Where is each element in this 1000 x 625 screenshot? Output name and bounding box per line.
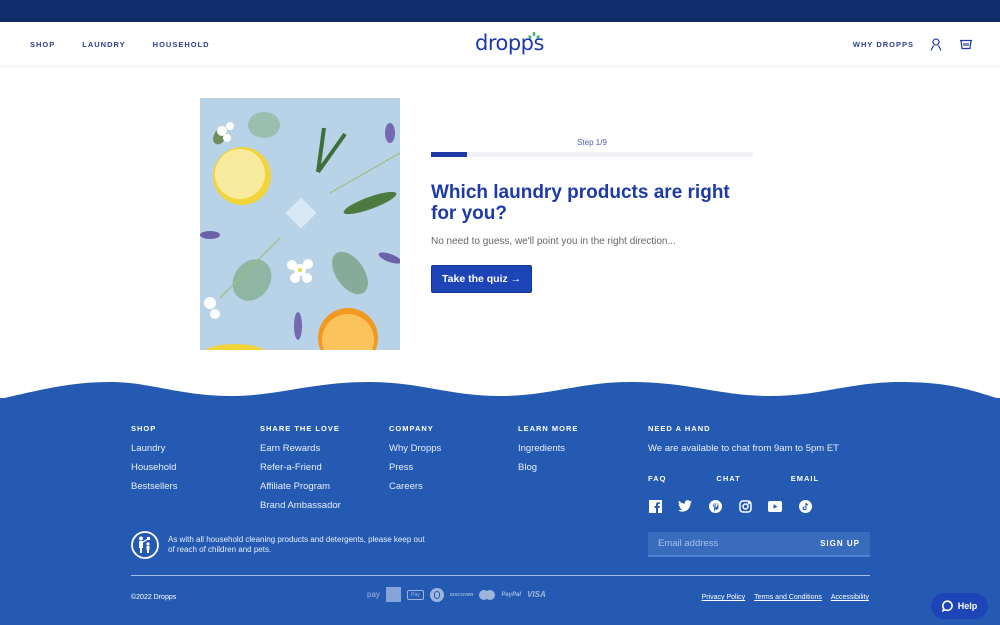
footer-link-ingredients[interactable]: Ingredients <box>518 443 578 454</box>
twitter-icon[interactable] <box>678 499 692 513</box>
footer-link-press[interactable]: Press <box>389 462 441 473</box>
announcement-bar <box>0 0 1000 22</box>
footer-link-why-dropps[interactable]: Why Dropps <box>389 443 441 454</box>
email-link[interactable]: EMAIL <box>791 474 819 483</box>
mastercard-icon <box>479 589 496 600</box>
quiz-intro: Step 1/9 Which laundry products are righ… <box>431 138 753 293</box>
footer-col-company: COMPANY Why Dropps Press Careers <box>389 424 441 500</box>
account-icon[interactable] <box>928 37 944 53</box>
footer-link-bestsellers[interactable]: Bestsellers <box>131 481 177 492</box>
secondary-nav: WHY DROPPS <box>853 22 974 67</box>
email-input[interactable] <box>658 538 808 549</box>
step-label: Step 1/9 <box>577 138 607 147</box>
take-quiz-button[interactable]: Take the quiz → <box>431 265 533 293</box>
legal-links: Privacy Policy Terms and Conditions Acce… <box>702 594 869 601</box>
payment-methods: pay Pay DISCOVER PayPal VISA <box>367 587 546 602</box>
quiz-progress-bar <box>431 152 753 157</box>
amazon-pay-icon: pay <box>367 590 380 599</box>
visa-icon: VISA <box>527 590 546 599</box>
footer-link-affiliate[interactable]: Affiliate Program <box>260 481 341 492</box>
child-safety-icon <box>131 531 159 559</box>
instagram-icon[interactable] <box>738 499 752 513</box>
quiz-subtitle: No need to guess, we'll point you in the… <box>431 236 676 247</box>
footer-link-laundry[interactable]: Laundry <box>131 443 177 454</box>
footer-link-careers[interactable]: Careers <box>389 481 441 492</box>
nav-laundry[interactable]: LAUNDRY <box>82 40 125 49</box>
help-label: Help <box>957 601 978 611</box>
contact-links: FAQ CHAT EMAIL <box>648 474 839 483</box>
tiktok-icon[interactable] <box>798 499 812 513</box>
basket-icon[interactable] <box>958 37 974 53</box>
footer-col-help: NEED A HAND We are available to chat fro… <box>648 424 839 513</box>
safety-notice: As with all household cleaning products … <box>131 531 428 559</box>
footer-heading: LEARN MORE <box>518 424 579 433</box>
footer-link-refer[interactable]: Refer-a-Friend <box>260 462 341 473</box>
discover-icon: DISCOVER <box>449 592 474 597</box>
terms-link[interactable]: Terms and Conditions <box>754 594 822 601</box>
logo-splash-icon <box>528 31 540 39</box>
footer-heading: NEED A HAND <box>648 424 711 433</box>
privacy-policy-link[interactable]: Privacy Policy <box>702 594 746 601</box>
copyright: ©2022 Dropps <box>131 594 177 601</box>
apple-pay-icon: Pay <box>406 589 424 600</box>
accessibility-link[interactable]: Accessibility <box>831 594 869 601</box>
footer-col-learn: LEARN MORE Ingredients Blog <box>518 424 578 481</box>
footer-heading: COMPANY <box>389 424 434 433</box>
footer-link-household[interactable]: Household <box>131 462 177 473</box>
footer-wave <box>0 382 1000 400</box>
nav-shop[interactable]: SHOP <box>30 40 55 49</box>
nav-why-dropps[interactable]: WHY DROPPS <box>853 40 914 49</box>
chat-link[interactable]: CHAT <box>716 474 740 483</box>
dropps-logo[interactable]: dropps <box>475 28 544 58</box>
chat-bubble-icon <box>941 600 953 612</box>
sign-up-button[interactable]: SIGN UP <box>820 539 860 548</box>
safety-text: As with all household cleaning products … <box>168 535 425 554</box>
site-header: SHOP LAUNDRY HOUSEHOLD dropps WHY DROPPS <box>0 22 1000 67</box>
facebook-icon[interactable] <box>648 499 662 513</box>
diners-club-icon <box>429 587 444 602</box>
chat-hours: We are available to chat from 9am to 5pm… <box>648 443 839 454</box>
hero-image <box>200 98 400 350</box>
paypal-icon: PayPal <box>501 591 522 598</box>
quiz-title: Which laundry products are right for you… <box>431 182 730 224</box>
quiz-progress-fill <box>431 152 467 157</box>
newsletter-form: SIGN UP <box>648 532 870 557</box>
footer-link-blog[interactable]: Blog <box>518 462 578 473</box>
help-chat-button[interactable]: Help <box>931 593 988 619</box>
footer-link-earn-rewards[interactable]: Earn Rewards <box>260 443 341 454</box>
footer-link-ambassador[interactable]: Brand Ambassador <box>260 500 341 511</box>
pinterest-icon[interactable] <box>708 499 722 513</box>
social-links <box>648 499 839 513</box>
footer-divider <box>131 575 870 576</box>
faq-link[interactable]: FAQ <box>648 474 666 483</box>
amex-icon <box>385 587 401 602</box>
nav-household[interactable]: HOUSEHOLD <box>153 40 210 49</box>
youtube-icon[interactable] <box>768 499 782 513</box>
footer-heading: SHOP <box>131 424 157 433</box>
primary-nav: SHOP LAUNDRY HOUSEHOLD <box>30 22 210 67</box>
footer-heading: SHARE THE LOVE <box>260 424 340 433</box>
footer-col-share: SHARE THE LOVE Earn Rewards Refer-a-Frie… <box>260 424 341 519</box>
footer-col-shop: SHOP Laundry Household Bestsellers <box>131 424 177 500</box>
